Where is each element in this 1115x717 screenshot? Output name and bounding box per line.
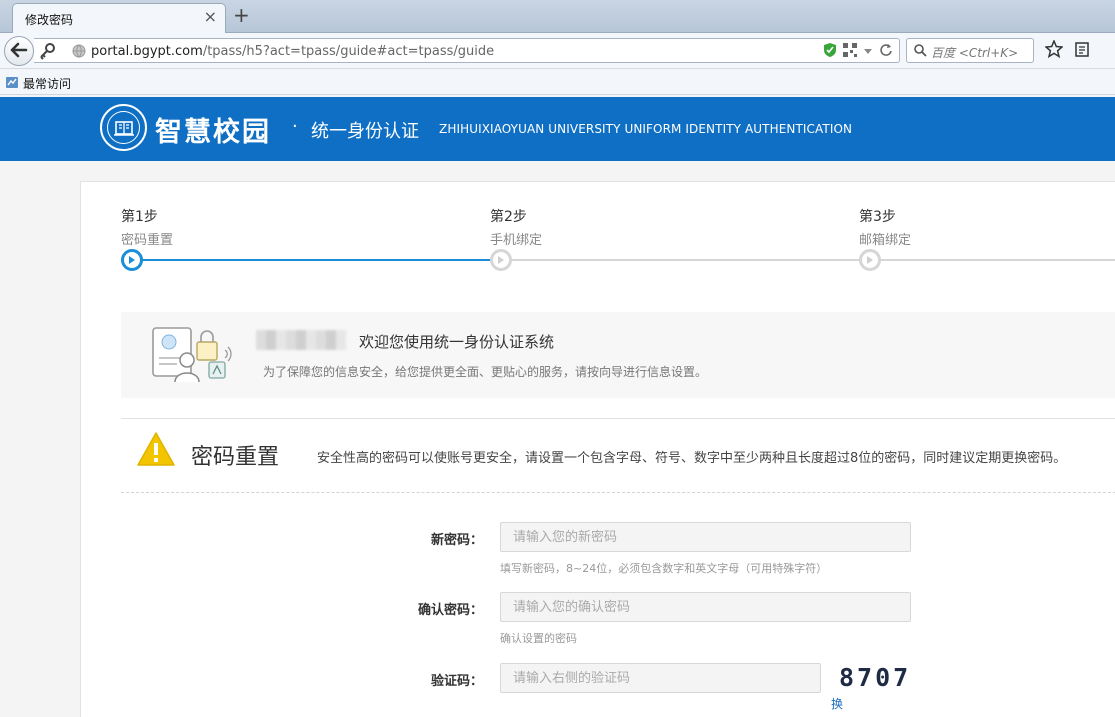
- brand-english: ZHIHUIXIAOYUAN UNIVERSITY UNIFORM IDENTI…: [439, 122, 853, 136]
- captcha-refresh-link[interactable]: 换一张: [831, 695, 843, 717]
- welcome-description: 为了保障您的信息安全，给您提供更全面、更贴心的服务，请按向导进行信息设置。: [263, 365, 708, 379]
- new-tab-icon[interactable]: +: [233, 5, 250, 25]
- brand-separator: ·: [292, 116, 298, 137]
- brand-subtitle: 统一身份认证: [311, 121, 419, 142]
- new-password-label: 新密码：: [430, 533, 483, 548]
- warning-icon: [136, 431, 176, 470]
- step-number: 第1步: [121, 209, 158, 225]
- confirm-password-hint: 确认设置的密码: [500, 632, 577, 645]
- bookmark-folder-icon: [5, 75, 19, 92]
- section-title: 密码重置: [191, 445, 280, 470]
- qr-code-icon[interactable]: [843, 43, 857, 60]
- dashed-divider: [121, 492, 1115, 493]
- welcome-title: 欢迎您使用统一身份认证系统: [359, 333, 555, 351]
- step-1-indicator-icon: [121, 249, 143, 271]
- blurred-username: [256, 330, 346, 350]
- search-placeholder: 百度 <Ctrl+K>: [931, 46, 1019, 60]
- step-number: 第2步: [490, 209, 527, 225]
- step-name: 密码重置: [121, 233, 174, 248]
- reload-icon[interactable]: [879, 43, 893, 60]
- campus-logo: [100, 104, 147, 151]
- section-divider: [121, 418, 1115, 419]
- bookmark-most-visited[interactable]: 最常访问: [5, 75, 71, 92]
- toolbar-right: [1044, 39, 1091, 61]
- step-2: 第2步 手机绑定: [490, 206, 542, 248]
- brand-name: 智慧校园: [155, 117, 271, 148]
- url-text[interactable]: portal.bgypt.com/tpass/h5?act=tpass/guid…: [91, 44, 494, 59]
- bookmarks-bar: 最常访问: [0, 70, 1115, 95]
- step-number: 第3步: [859, 209, 896, 225]
- step-line-active: [133, 259, 501, 261]
- browser-navbar: portal.bgypt.com/tpass/h5?act=tpass/guid…: [0, 33, 1115, 69]
- reading-list-icon[interactable]: [1073, 40, 1091, 61]
- tab-title: 修改密码: [25, 13, 74, 27]
- user-security-illustration-icon: [151, 324, 235, 387]
- book-emblem-icon: [107, 111, 140, 144]
- site-header: 智慧校园 · 统一身份认证 ZHIHUIXIAOYUAN UNIVERSITY …: [0, 97, 1115, 161]
- arrow-left-icon: [10, 42, 28, 61]
- step-name: 手机绑定: [490, 233, 543, 248]
- step-progress: 第1步 密码重置 第2步 手机绑定 第3步 邮箱绑定: [121, 206, 1115, 276]
- site-identity-key-icon[interactable]: [38, 42, 56, 63]
- bookmark-label: 最常访问: [23, 77, 72, 91]
- section-description: 安全性高的密码可以使账号更安全，请设置一个包含字母、符号、数字中至少两种且长度超…: [317, 451, 1067, 466]
- step-3-indicator-icon: [859, 249, 881, 271]
- step-line-pending: [501, 259, 1115, 261]
- search-box[interactable]: 百度 <Ctrl+K>: [906, 38, 1034, 63]
- address-bar[interactable]: portal.bgypt.com/tpass/h5?act=tpass/guid…: [34, 38, 900, 63]
- captcha-input[interactable]: [500, 663, 821, 693]
- url-icons: [823, 42, 893, 61]
- dropdown-arrow-icon[interactable]: [863, 45, 873, 59]
- step-name: 邮箱绑定: [859, 233, 912, 248]
- confirm-password-input[interactable]: [500, 592, 911, 622]
- step-2-indicator-icon: [490, 249, 512, 271]
- new-password-input[interactable]: [500, 522, 911, 552]
- globe-icon: [72, 44, 86, 61]
- captcha-label: 验证码：: [430, 674, 483, 689]
- guide-card: 第1步 密码重置 第2步 手机绑定 第3步 邮箱绑定 欢迎您使用统一身份认证系统…: [80, 181, 1115, 717]
- back-button[interactable]: [4, 36, 34, 66]
- confirm-password-label: 确认密码：: [417, 603, 483, 618]
- captcha-image[interactable]: 8707: [839, 663, 911, 692]
- browser-tab-bar: 修改密码 × +: [0, 0, 1115, 33]
- step-1: 第1步 密码重置: [121, 206, 173, 248]
- welcome-banner: 欢迎您使用统一身份认证系统 为了保障您的信息安全，给您提供更全面、更贴心的服务，…: [121, 312, 1115, 398]
- browser-tab[interactable]: 修改密码 ×: [12, 3, 226, 33]
- search-icon: [913, 43, 927, 60]
- close-tab-icon[interactable]: ×: [204, 9, 217, 25]
- shield-icon[interactable]: [823, 42, 837, 61]
- new-password-hint: 填写新密码，8~24位，必须包含数字和英文字母（可用特殊字符）: [500, 562, 828, 575]
- bookmark-star-icon[interactable]: [1044, 39, 1064, 61]
- step-3: 第3步 邮箱绑定: [859, 206, 911, 248]
